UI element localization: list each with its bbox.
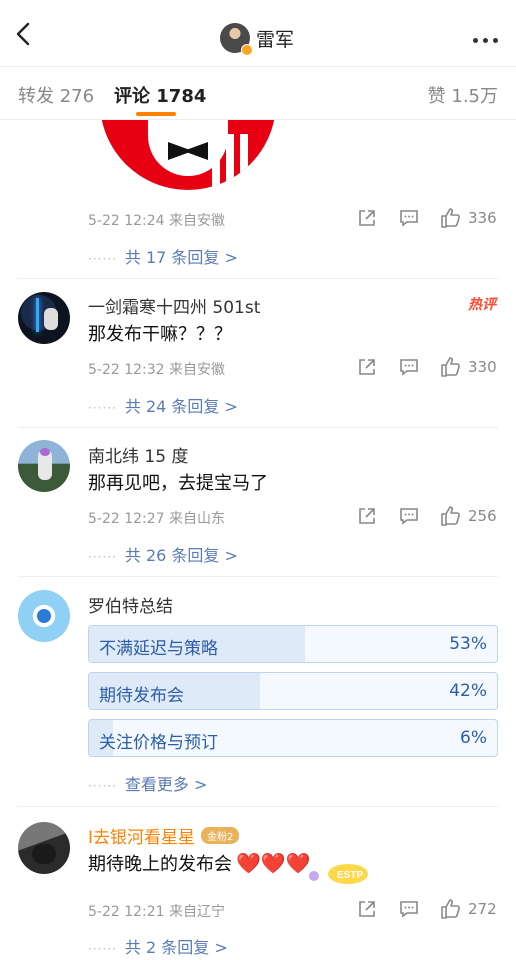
like-icon[interactable]: [440, 356, 462, 378]
avatar[interactable]: [18, 440, 70, 492]
vote-option[interactable]: 期待发布会 42%: [88, 672, 498, 710]
tab-likes[interactable]: 赞 1.5万: [428, 82, 498, 108]
estp-sticker: ESTP: [309, 864, 368, 884]
vote-option[interactable]: 不满延迟与策略 53%: [88, 625, 498, 663]
avatar[interactable]: [220, 23, 253, 56]
share-icon[interactable]: [356, 356, 378, 378]
comment-text: 期待晚上的发布会: [88, 854, 232, 875]
like-icon[interactable]: [440, 505, 462, 527]
dots-icon: ······: [88, 252, 117, 266]
like-icon[interactable]: [440, 898, 462, 920]
avatar[interactable]: [18, 822, 70, 874]
comment-icon[interactable]: [398, 898, 420, 920]
top-bar: 雷军: [0, 0, 516, 66]
divider: [18, 576, 498, 577]
comment-text-row: 期待晚上的发布会 ❤️❤️❤️: [88, 850, 311, 876]
username-row[interactable]: I去银河看星星 金粉2: [88, 823, 240, 848]
verified-badge-icon: [241, 44, 253, 56]
reply-link[interactable]: ······ 共 26 条回复 >: [88, 542, 238, 566]
reply-link[interactable]: ······ 共 17 条回复 >: [88, 244, 238, 268]
profile-title[interactable]: 雷军: [220, 22, 295, 56]
username[interactable]: 南北纬 15 度: [88, 442, 188, 467]
vote-option-percent: 42%: [449, 681, 487, 701]
dots-icon: ······: [88, 401, 117, 415]
comment-text: 那再见吧，去提宝马了: [88, 473, 268, 494]
avatar[interactable]: [18, 590, 70, 642]
more-horizontal-icon[interactable]: [468, 28, 498, 47]
comment-icon[interactable]: [398, 207, 420, 229]
comment-icon[interactable]: [398, 505, 420, 527]
like-count: 330: [468, 358, 497, 376]
sticker-text: ESTP: [337, 870, 363, 881]
active-tab-indicator: [136, 112, 176, 116]
comment-meta: 5-22 12:24 来自安徽: [88, 213, 226, 229]
reply-link[interactable]: ······ 共 24 条回复 >: [88, 393, 238, 417]
page-title: 雷军: [256, 28, 295, 51]
see-more-link[interactable]: ······ 查看更多 >: [88, 771, 207, 795]
username[interactable]: 罗伯特总结: [88, 592, 173, 617]
tab-reposts[interactable]: 转发 276: [18, 82, 94, 108]
divider: [18, 278, 498, 279]
like-count: 336: [468, 209, 497, 227]
comment-meta: 5-22 12:27 来自山东: [88, 511, 226, 527]
tab-comments[interactable]: 评论 1784: [114, 82, 206, 108]
like-icon[interactable]: [440, 207, 462, 229]
comment-actions: 330: [336, 356, 498, 378]
username[interactable]: 一剑霜寒十四州 501st: [88, 293, 260, 318]
fan-badge: 金粉2: [201, 827, 240, 844]
dots-icon: ······: [88, 550, 117, 564]
divider: [18, 427, 498, 428]
comment-meta: 5-22 12:32 来自安徽: [88, 362, 226, 378]
avatar[interactable]: [18, 292, 70, 344]
hot-comment-badge: 热评: [468, 297, 496, 313]
comment-actions: 256: [336, 505, 498, 527]
dots-icon: ······: [88, 779, 117, 793]
vote-option-label: 不满延迟与策略: [99, 639, 218, 659]
vote-option-percent: 53%: [449, 634, 487, 654]
comment-actions: 336: [336, 207, 498, 229]
dots-icon: ······: [88, 942, 117, 956]
vote-option-percent: 6%: [460, 728, 487, 748]
divider: [18, 806, 498, 807]
reply-link[interactable]: ······ 共 2 条回复 >: [88, 934, 228, 958]
like-count: 256: [468, 507, 497, 525]
share-icon[interactable]: [356, 207, 378, 229]
share-icon[interactable]: [356, 505, 378, 527]
like-count: 272: [468, 900, 497, 918]
comment-meta: 5-22 12:21 来自辽宁: [88, 904, 226, 920]
vote-option[interactable]: 关注价格与预订 6%: [88, 719, 498, 757]
comment-icon[interactable]: [398, 356, 420, 378]
comment-image[interactable]: [100, 120, 276, 190]
vote-option-label: 关注价格与预订: [99, 733, 218, 753]
chevron-left-icon[interactable]: [10, 20, 38, 48]
comment-actions: 272: [336, 898, 498, 920]
username[interactable]: I去银河看星星: [88, 828, 195, 848]
comment-text: 那发布干嘛？？？: [88, 324, 232, 345]
share-icon[interactable]: [356, 898, 378, 920]
tab-bar: 转发 276 评论 1784 赞 1.5万: [0, 66, 516, 120]
vote-option-label: 期待发布会: [99, 686, 184, 706]
